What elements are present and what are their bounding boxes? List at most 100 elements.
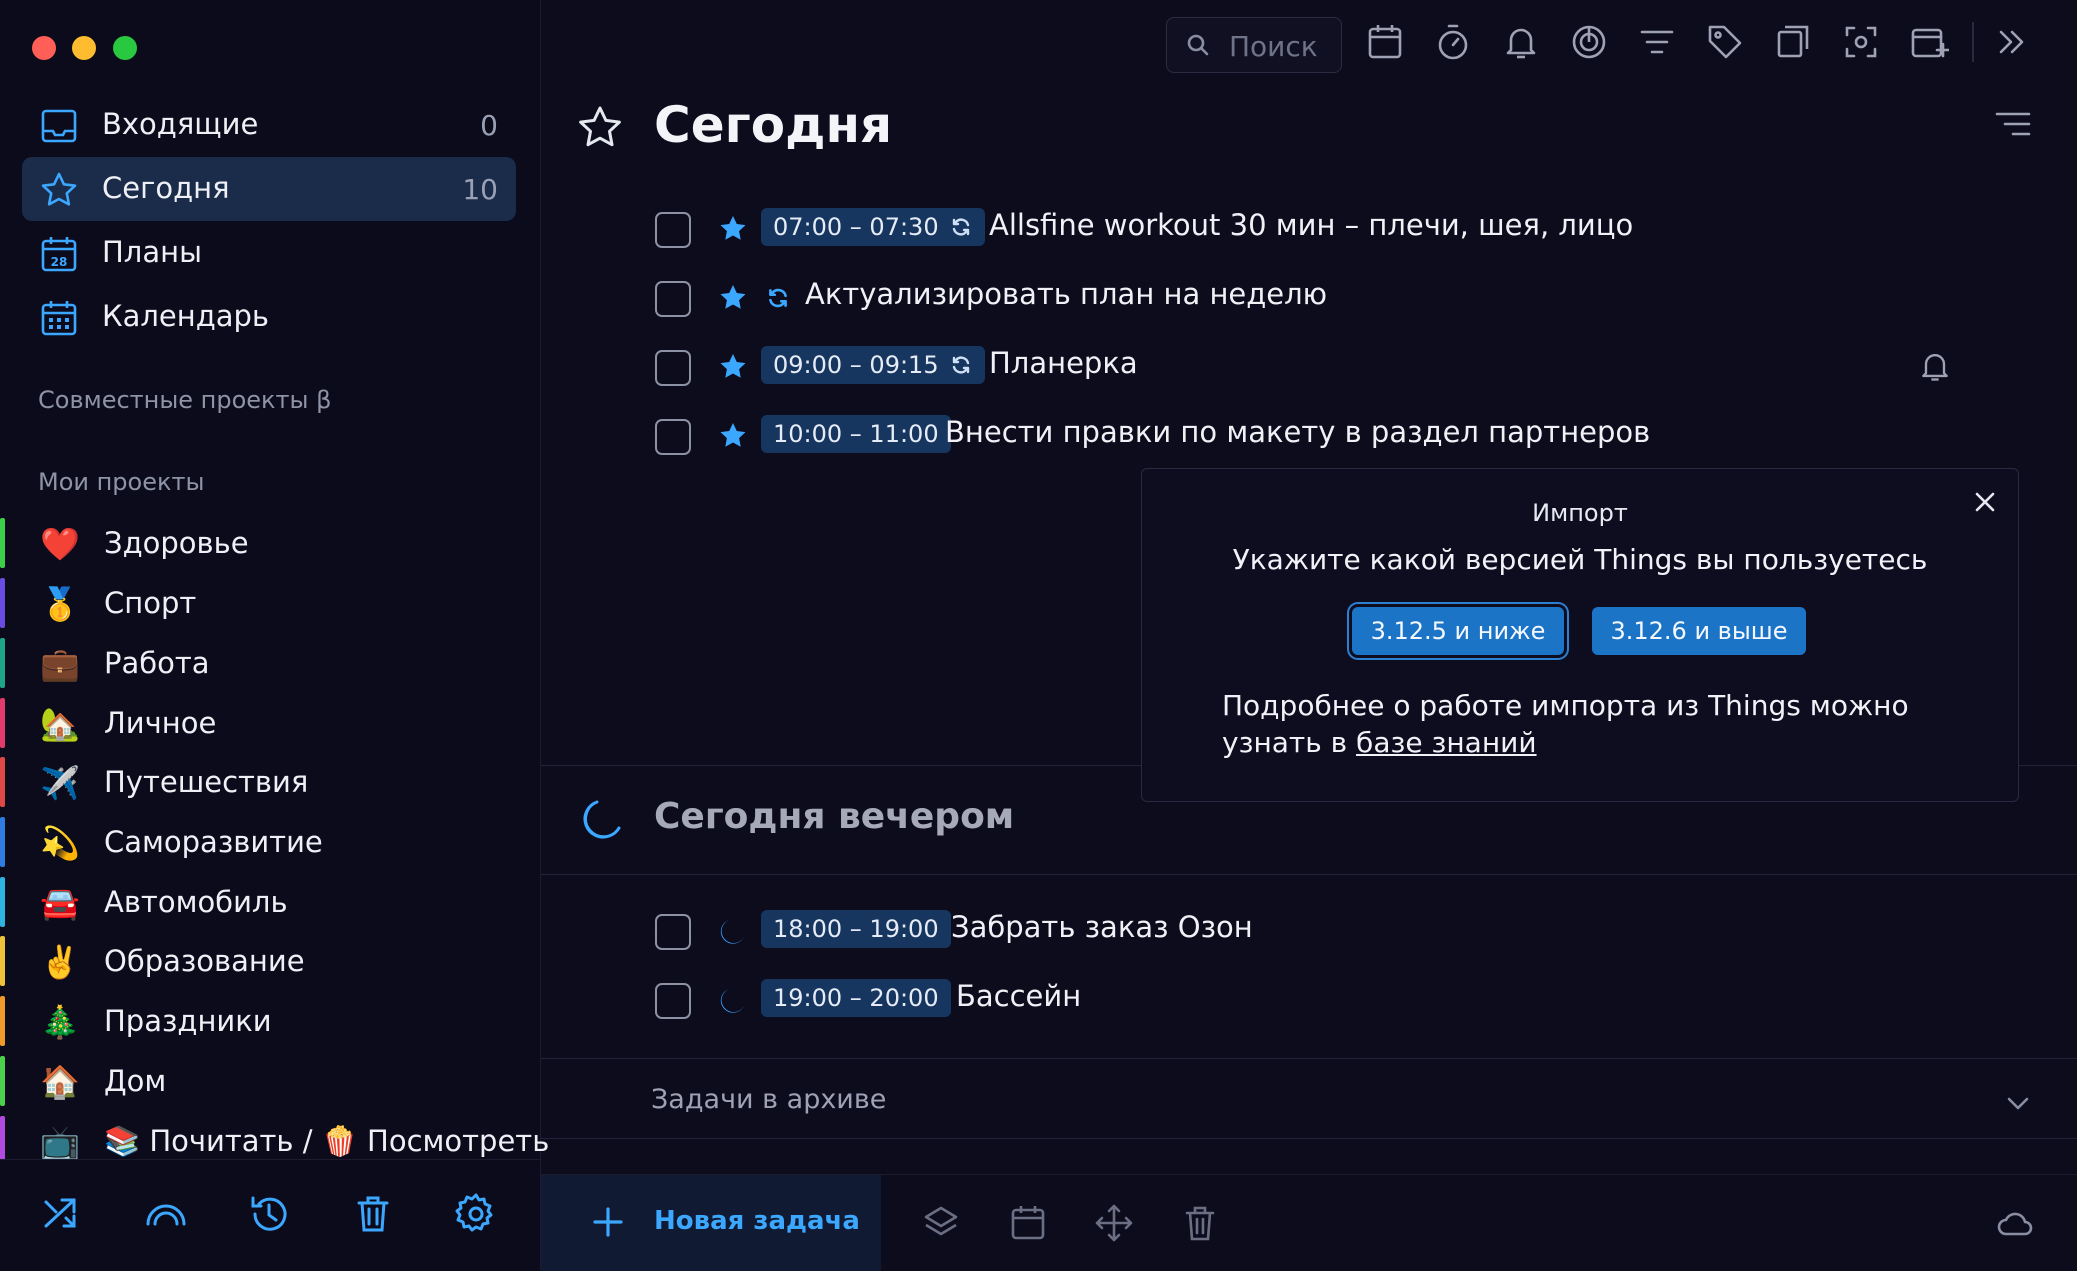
add-window-icon[interactable] (1909, 22, 1949, 62)
version-high-button[interactable]: 3.12.6 и выше (1592, 607, 1806, 655)
moon-icon (720, 920, 744, 944)
move-icon[interactable] (1094, 1203, 1134, 1243)
project-emoji-icon: 📺 (40, 1123, 80, 1161)
view-options-icon[interactable] (1995, 108, 2031, 140)
task-title: Забрать заказ Озон (951, 910, 1253, 944)
project-item[interactable]: ❤️ Здоровье (0, 514, 530, 572)
project-color-bar (0, 578, 5, 628)
task-row[interactable]: 09:00 – 09:15 Планерка (541, 338, 2077, 398)
project-emoji-icon: 🏠 (40, 1063, 80, 1101)
task-checkbox[interactable] (655, 419, 691, 455)
project-emoji-icon: 🏡 (40, 705, 80, 743)
project-color-bar (0, 518, 5, 568)
project-item[interactable]: 🎄 Праздники (0, 992, 530, 1050)
rainbow-icon[interactable] (144, 1192, 188, 1236)
nav-label: Календарь (102, 299, 270, 333)
bell-icon[interactable] (1501, 22, 1541, 62)
project-item[interactable]: 🏡 Личное (0, 694, 530, 752)
close-window-button[interactable] (32, 36, 56, 60)
calendar-icon[interactable] (1008, 1203, 1048, 1243)
project-label: Личное (104, 706, 217, 740)
task-checkbox[interactable] (655, 350, 691, 386)
knowledge-base-link[interactable]: базе знаний (1356, 726, 1537, 759)
time-chip[interactable]: 19:00 – 20:00 (761, 979, 951, 1017)
nav-today[interactable]: Сегодня 10 (22, 157, 516, 221)
history-icon[interactable] (247, 1192, 291, 1236)
project-label: Спорт (104, 586, 197, 620)
task-title: Бассейн (956, 979, 1082, 1013)
maximize-window-button[interactable] (113, 36, 137, 60)
calendar-icon[interactable] (1365, 22, 1405, 62)
version-low-button[interactable]: 3.12.5 и ниже (1352, 607, 1564, 655)
time-chip[interactable]: 07:00 – 07:30 (761, 208, 985, 246)
chevron-down-icon[interactable] (2003, 1088, 2033, 1118)
nav-plans[interactable]: 28 Планы (22, 221, 516, 285)
task-checkbox[interactable] (655, 983, 691, 1019)
project-emoji-icon: 🚘 (40, 884, 80, 922)
bell-icon[interactable] (1917, 348, 1953, 384)
repeat-icon (769, 288, 787, 308)
inbox-icon (41, 109, 77, 143)
close-icon[interactable] (1972, 489, 1998, 515)
shared-projects-header[interactable]: Совместные проекты β (38, 386, 331, 414)
project-emoji-icon: 🥇 (40, 585, 80, 623)
cloud-icon[interactable] (1995, 1203, 2035, 1243)
task-checkbox[interactable] (655, 281, 691, 317)
evening-section-title: Сегодня вечером (654, 796, 1015, 837)
task-row[interactable]: 10:00 – 11:00 Внести правки по макету в р… (541, 407, 2077, 467)
time-chip[interactable]: 18:00 – 19:00 (761, 910, 951, 948)
project-emoji-icon: 💼 (40, 645, 80, 683)
layers-icon[interactable] (921, 1203, 961, 1243)
new-task-button[interactable]: Новая задача (541, 1175, 881, 1271)
archive-toggle[interactable]: Задачи в архиве (651, 1084, 886, 1115)
task-row[interactable]: 19:00 – 20:00 Бассейн (541, 971, 2077, 1031)
project-item[interactable]: 💼 Работа (0, 634, 530, 692)
focus-icon[interactable] (1569, 22, 1609, 62)
sidebar-bottom-bar (0, 1159, 540, 1270)
minimize-window-button[interactable] (72, 36, 96, 60)
trash-icon[interactable] (351, 1192, 395, 1236)
project-item[interactable]: 💫 Саморазвитие (0, 813, 530, 871)
task-row[interactable]: 07:00 – 07:30 Allsfine workout 30 мин – п… (541, 200, 2077, 260)
nav-label: Сегодня (102, 171, 230, 205)
timer-icon[interactable] (1433, 22, 1473, 62)
shuffle-icon[interactable] (40, 1192, 84, 1236)
project-item[interactable]: 🏠 Дом (0, 1052, 530, 1110)
trash-icon[interactable] (1180, 1203, 1220, 1243)
settings-icon[interactable] (454, 1192, 498, 1236)
main-bottom-bar: Новая задача (541, 1174, 2077, 1271)
nav-calendar[interactable]: Календарь (22, 285, 516, 349)
time-chip[interactable]: 10:00 – 11:00 (761, 415, 951, 453)
divider (541, 1058, 2077, 1059)
filter-icon[interactable] (1637, 22, 1677, 62)
dialog-help-text: Подробнее о работе импорта из Things мож… (1222, 687, 1982, 761)
task-checkbox[interactable] (655, 212, 691, 248)
project-item[interactable]: ✈️ Путешествия (0, 753, 530, 811)
time-label: 19:00 – 20:00 (773, 984, 939, 1012)
tag-icon[interactable] (1705, 22, 1745, 62)
main-panel: Поиск Сегодня 07:00 – 07:30 Allsfine work… (541, 0, 2077, 1271)
time-label: 07:00 – 07:30 (773, 213, 939, 241)
export-icon[interactable] (1773, 22, 1813, 62)
star-icon (41, 172, 77, 206)
project-item[interactable]: ✌️ Образование (0, 932, 530, 990)
collapse-icon[interactable] (1991, 22, 2031, 62)
sidebar: Входящие 0 Сегодня 10 28 Планы Календарь… (0, 0, 549, 1270)
search-input[interactable]: Поиск (1166, 17, 1342, 73)
task-checkbox[interactable] (655, 914, 691, 950)
time-chip[interactable]: 09:00 – 09:15 (761, 346, 985, 384)
nav-count: 0 (480, 109, 498, 142)
toolbar-separator (1972, 22, 1974, 62)
my-projects-header[interactable]: Мои проекты (38, 468, 204, 496)
project-item[interactable]: 🚘 Автомобиль (0, 873, 530, 931)
time-label: 18:00 – 19:00 (773, 915, 939, 943)
project-emoji-icon: ✈️ (40, 764, 80, 802)
project-emoji-icon: 💫 (40, 824, 80, 862)
screenshot-icon[interactable] (1841, 22, 1881, 62)
task-row[interactable]: 18:00 – 19:00 Забрать заказ Озон (541, 902, 2077, 962)
project-color-bar (0, 638, 5, 688)
nav-inbox[interactable]: Входящие 0 (22, 93, 516, 157)
star-icon[interactable] (577, 104, 623, 150)
task-row[interactable]: Актуализировать план на неделю (541, 269, 2077, 329)
project-item[interactable]: 🥇 Спорт (0, 574, 530, 632)
